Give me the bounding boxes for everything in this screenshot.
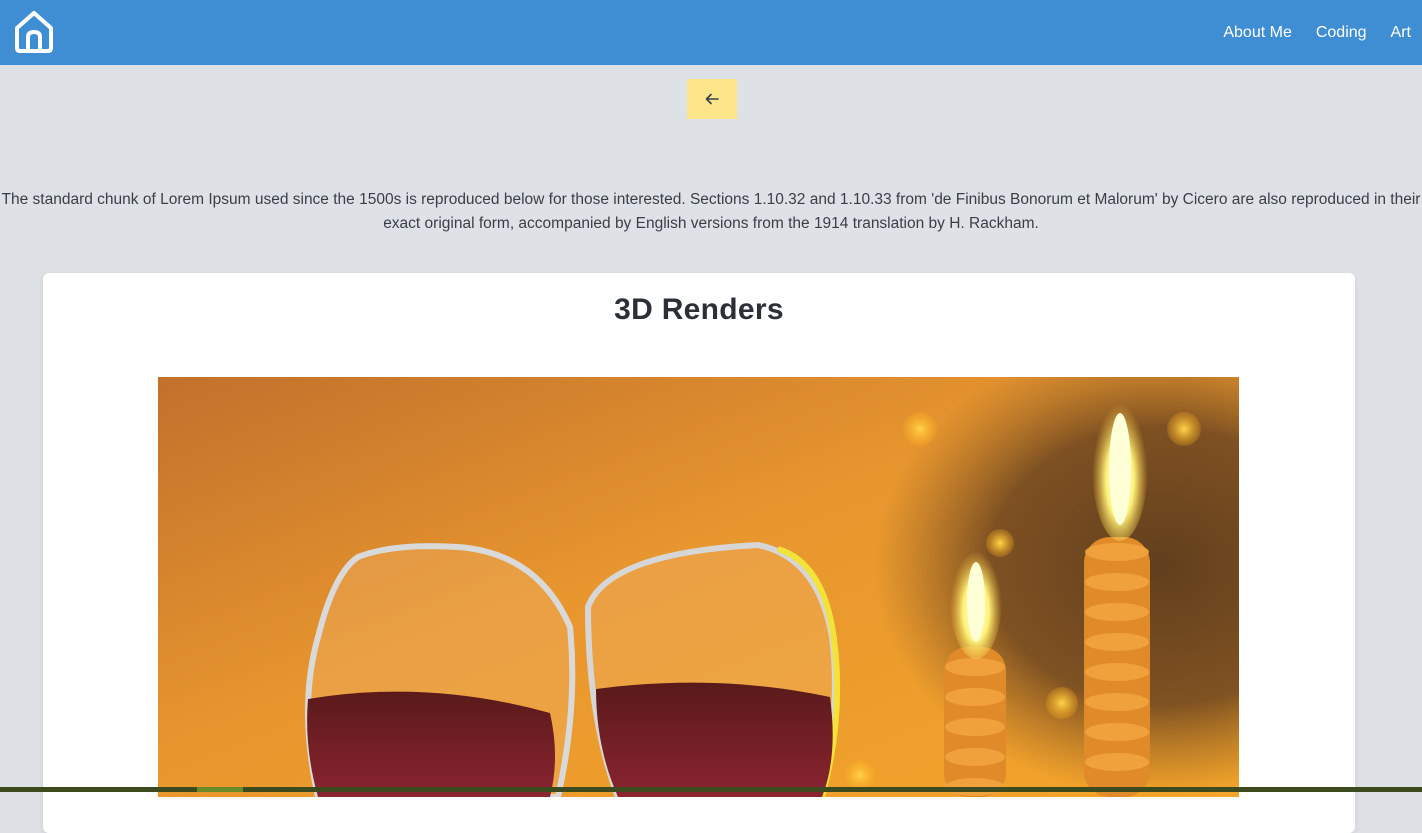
nav-links: About Me Coding Art <box>1199 0 1411 65</box>
bottom-strip-segment <box>197 787 243 792</box>
nav-link-coding[interactable]: Coding <box>1316 24 1367 42</box>
home-icon <box>15 11 53 53</box>
arrow-left-icon <box>705 93 719 105</box>
bottom-strip <box>0 787 1422 792</box>
back-button[interactable] <box>687 79 737 119</box>
renders-card: 3D Renders <box>43 273 1355 833</box>
home-link[interactable] <box>13 10 55 54</box>
nav-link-art[interactable]: Art <box>1391 24 1411 42</box>
top-navbar: About Me Coding Art <box>0 0 1422 65</box>
render-image-wine-glasses[interactable] <box>158 377 1239 797</box>
intro-paragraph: The standard chunk of Lorem Ipsum used s… <box>1 191 1421 232</box>
nav-link-about-me[interactable]: About Me <box>1223 24 1291 42</box>
card-title: 3D Renders <box>614 293 784 326</box>
